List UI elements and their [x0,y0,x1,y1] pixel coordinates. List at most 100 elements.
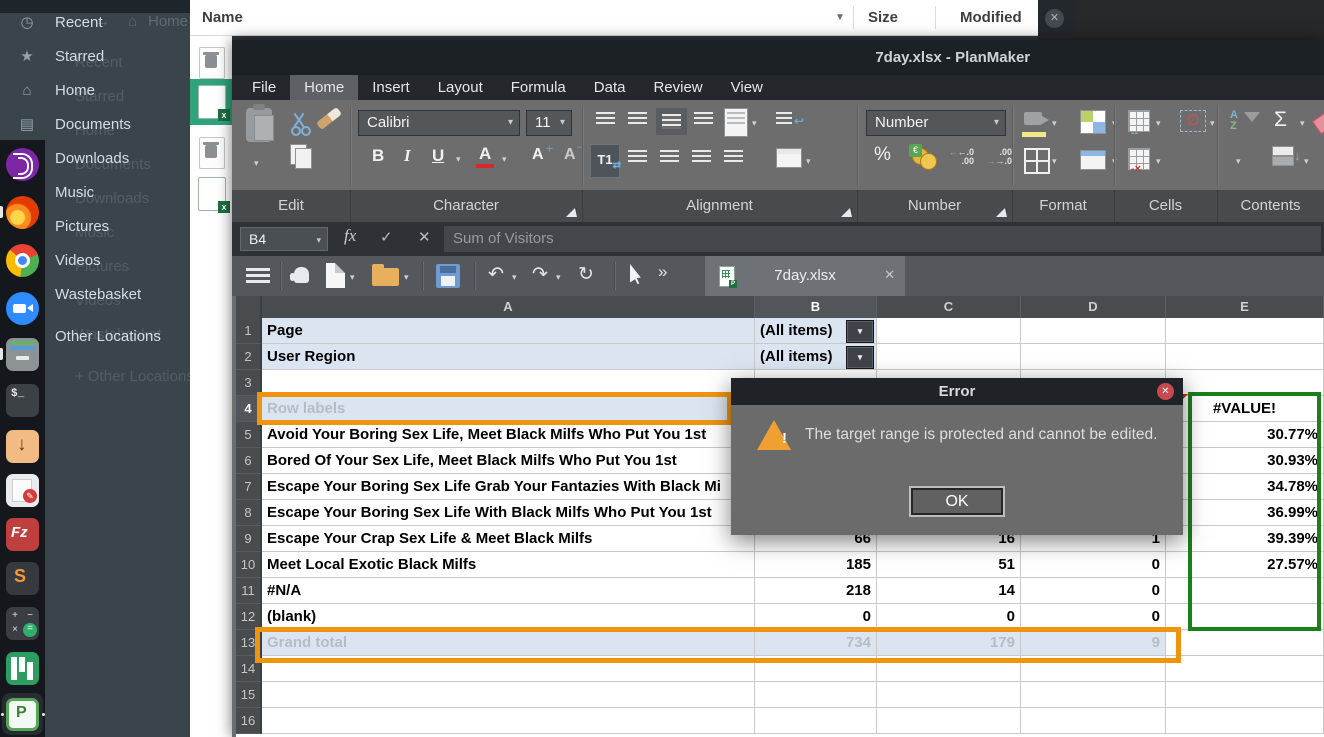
tab-close-icon[interactable]: ✕ [884,267,895,283]
tab-view[interactable]: View [717,75,777,100]
dock-icon-filezilla[interactable]: Fz [6,518,39,551]
add-decimal-button[interactable]: ←←.0 .00 [948,148,974,166]
menu-icon[interactable] [246,268,270,283]
row-header-6[interactable]: 6 [236,448,262,474]
fill-dropdown[interactable]: ▾ [1304,156,1309,167]
insert-cells-button[interactable]: -- [1128,110,1150,132]
cell-A16[interactable] [262,708,755,734]
autosum-dropdown[interactable]: ▾ [1300,118,1305,129]
dock-icon-tor-browser[interactable] [6,148,39,181]
cell-A6[interactable]: Bored Of Your Sex Life, Meet Black Milfs… [262,448,755,474]
cell-A1[interactable]: Page [262,318,755,344]
tab-data[interactable]: Data [580,75,640,100]
pointer-tool-icon[interactable] [630,264,645,284]
insert-function-icon[interactable]: fx [344,226,356,246]
cell-A8[interactable]: Escape Your Boring Sex Life With Black M… [262,500,755,526]
cell-B11[interactable]: 218 [755,578,877,604]
dialog-close-icon[interactable]: ✕ [1157,383,1174,400]
cell-B15[interactable] [755,682,877,708]
column-header-D[interactable]: D [1021,296,1166,318]
tab-insert[interactable]: Insert [358,75,424,100]
cell-E14[interactable] [1166,656,1324,682]
cell-D10[interactable]: 0 [1021,552,1166,578]
sidebar-item-recent[interactable]: ◷Recent [0,8,190,38]
fill-color-dropdown[interactable]: ▾ [1052,118,1057,129]
row-header-16[interactable]: 16 [236,708,262,734]
delete-cells-dropdown[interactable]: ▾ [1156,156,1161,167]
repeat-icon[interactable]: ↻ [578,265,594,284]
insert-cells-dropdown[interactable]: ▾ [1156,118,1161,129]
ok-button[interactable]: OK [909,486,1005,517]
cell-reference-box[interactable]: B4 [240,227,328,251]
new-document-dropdown[interactable]: ▾ [350,272,355,283]
autosum-button[interactable]: Σ [1274,108,1287,132]
column-header-E[interactable]: E [1166,296,1324,318]
row-header-7[interactable]: 7 [236,474,262,500]
italic-button[interactable]: I [404,146,411,166]
cell-B16[interactable] [755,708,877,734]
cell-E13[interactable] [1166,630,1324,656]
column-size[interactable]: Size [868,0,898,35]
fill-color-button[interactable] [1024,112,1042,125]
column-name[interactable]: Name [202,0,243,35]
bold-button[interactable]: B [372,146,384,166]
percent-format-button[interactable]: % [874,144,891,166]
pivot-filter-dropdown[interactable]: ▾ [846,320,874,343]
cell-A5[interactable]: Avoid Your Boring Sex Life, Meet Black M… [262,422,755,448]
undo-dropdown[interactable]: ▾ [512,272,517,283]
paste-dropdown[interactable]: ▾ [254,158,259,169]
cell-C15[interactable] [877,682,1021,708]
tab-review[interactable]: Review [639,75,716,100]
row-header-10[interactable]: 10 [236,552,262,578]
tab-home[interactable]: Home [290,75,358,100]
dialog-titlebar[interactable]: Error ✕ [731,378,1183,405]
cell-C10[interactable]: 51 [877,552,1021,578]
row-header-2[interactable]: 2 [236,344,262,370]
cell-D15[interactable] [1021,682,1166,708]
group-expand-icon[interactable] [566,208,577,217]
new-document-icon[interactable] [326,263,345,288]
font-color-dropdown[interactable]: ▾ [502,154,507,165]
remove-decimal-button[interactable]: .00 →→.0 [986,148,1012,166]
dock-icon-chrome[interactable] [6,244,39,277]
shrink-font-button[interactable]: A [564,146,576,164]
dock-icon-manjaro[interactable] [6,652,39,685]
paste-button[interactable] [246,108,272,142]
sort-dropdown[interactable]: ▾ [1236,156,1241,167]
dock-icon-notes[interactable]: ✎ [6,474,39,507]
font-name-select[interactable]: Calibri [358,110,520,136]
cell-E16[interactable] [1166,708,1324,734]
rotate-text-button[interactable]: T1 [590,144,620,178]
redo-icon[interactable]: ↷ [532,265,548,284]
number-format-select[interactable]: Number [866,110,1006,136]
cell-D11[interactable]: 0 [1021,578,1166,604]
file-icon-xlsx[interactable]: x [198,177,226,211]
merge-cells-dropdown[interactable]: ▾ [806,156,811,167]
hide-cells-button[interactable]: ∅ [1180,110,1206,132]
open-file-icon[interactable] [372,268,399,286]
column-modified[interactable]: Modified [960,0,1022,35]
align-left-button[interactable] [628,150,647,165]
sort-filter-button[interactable]: AZ [1230,110,1238,132]
dock-icon-calculator[interactable]: +− ×= [6,607,39,640]
align-right-button[interactable] [692,150,711,165]
row-header-5[interactable]: 5 [236,422,262,448]
conditional-formatting-button[interactable] [1080,110,1106,134]
borders-button[interactable] [1024,148,1050,174]
cell-A10[interactable]: Meet Local Exotic Black Milfs [262,552,755,578]
row-header-15[interactable]: 15 [236,682,262,708]
dock-icon-downloader[interactable]: ↓ [6,430,39,463]
redo-dropdown[interactable]: ▾ [556,272,561,283]
window-titlebar[interactable]: 7day.xlsx - PlanMaker [232,40,1324,75]
group-expand-icon[interactable] [841,208,852,217]
cell-E15[interactable] [1166,682,1324,708]
text-direction-button[interactable] [724,108,748,137]
cell-A15[interactable] [262,682,755,708]
hide-cells-dropdown[interactable]: ▾ [1210,118,1215,129]
underline-dropdown[interactable]: ▾ [456,154,461,165]
row-header-1[interactable]: 1 [236,318,262,344]
column-header-A[interactable]: A [262,296,755,318]
merge-cells-button[interactable] [776,148,802,168]
file-icon-backup[interactable] [199,47,225,79]
save-icon[interactable] [436,264,460,288]
